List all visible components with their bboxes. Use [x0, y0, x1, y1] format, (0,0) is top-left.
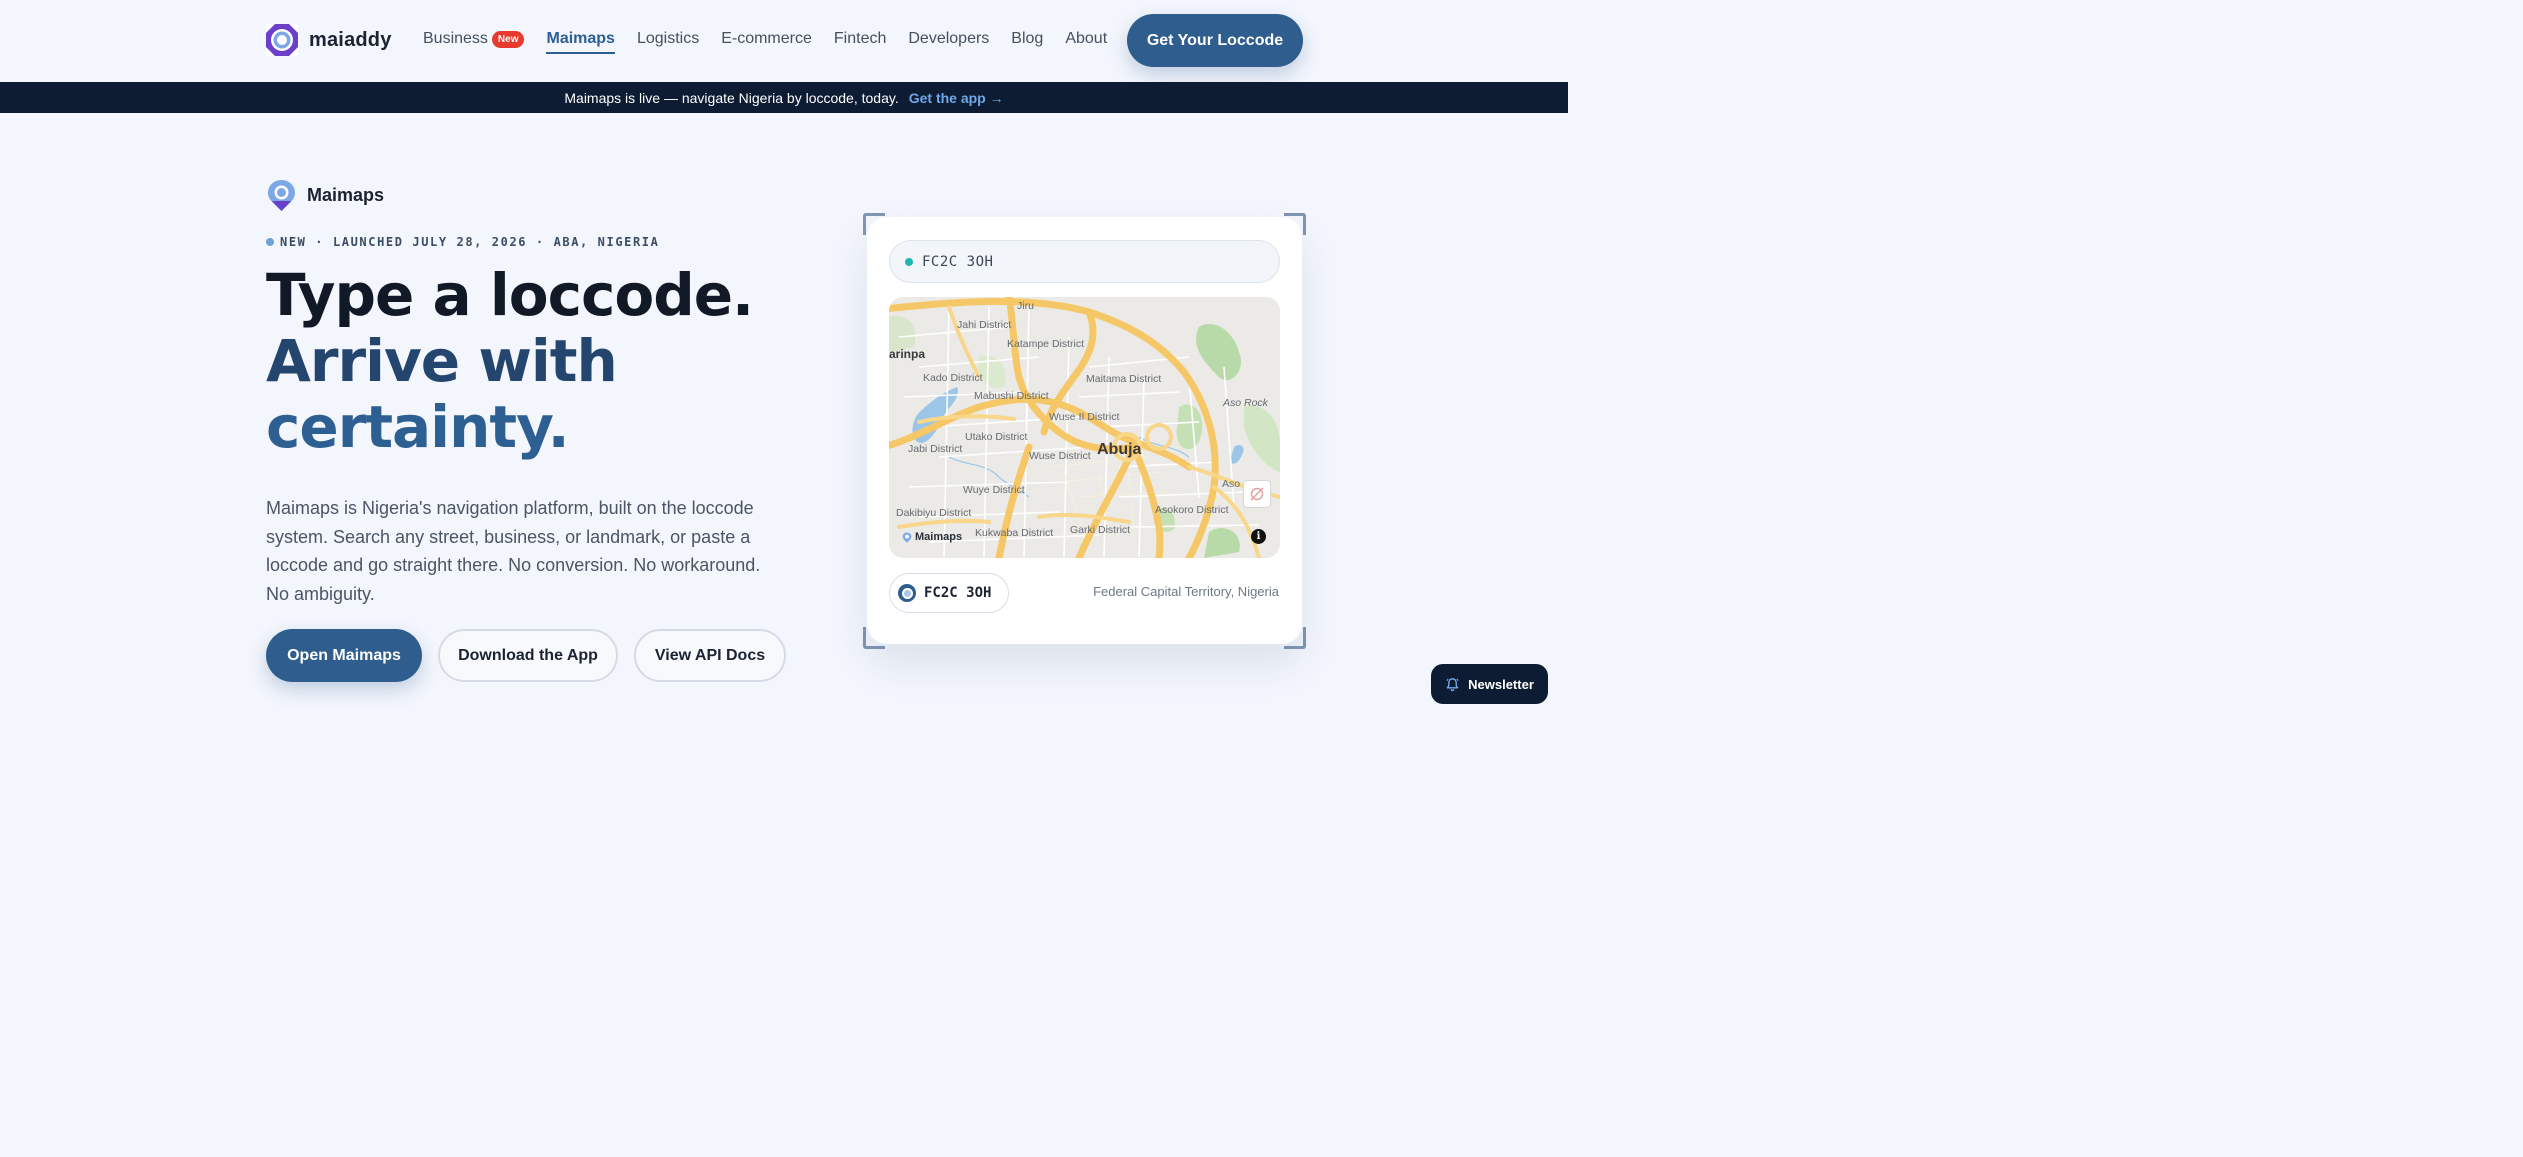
product-tag: Maimaps: [266, 179, 384, 212]
nav-item-logistics[interactable]: Logistics: [637, 30, 699, 48]
reset-bearing-button[interactable]: [1243, 480, 1271, 508]
hero-description: Maimaps is Nigeria's navigation platform…: [266, 498, 761, 604]
loccode-icon: [898, 584, 916, 602]
loccode-search-input[interactable]: FC2C 3OH: [889, 240, 1280, 283]
main-nav: Business New Maimaps Logistics E-commerc…: [423, 30, 1129, 54]
status-dot-icon: [266, 238, 274, 246]
top-nav: maiaddy Business New Maimaps Logistics E…: [0, 0, 1568, 82]
map-label-wuse: Wuse District: [1029, 450, 1091, 462]
download-app-button[interactable]: Download the App: [438, 629, 618, 682]
live-dot-icon: [905, 257, 913, 266]
headline-line-1: Type a loccode.: [266, 261, 754, 329]
get-loccode-button[interactable]: Get Your Loccode: [1127, 14, 1303, 67]
headline-line-2: Arrive with: [266, 327, 618, 395]
nav-item-ecommerce[interactable]: E-commerce: [721, 30, 812, 48]
nav-item-fintech[interactable]: Fintech: [834, 30, 886, 48]
brand-name: maiaddy: [309, 28, 392, 51]
nav-item-label: Business: [423, 30, 488, 47]
map-label-aso-rock: Aso Rock: [1223, 397, 1268, 409]
map-label-karinpa: arinpa: [889, 347, 926, 361]
map-label-wuye: Wuye District: [963, 484, 1025, 496]
compass-off-icon: [1250, 487, 1264, 501]
map-attribution: Maimaps: [902, 531, 962, 543]
product-name: Maimaps: [307, 185, 385, 205]
map-label-jiru: Jiru: [1017, 300, 1034, 312]
nav-item-developers[interactable]: Developers: [908, 30, 989, 48]
map-label-maitama: Maitama District: [1086, 373, 1162, 385]
headline-line-3: certainty.: [266, 393, 570, 461]
map-label-katampe: Katampe District: [1007, 338, 1085, 350]
map-view[interactable]: Jiru Jahi District Katampe District arin…: [889, 297, 1280, 558]
launch-text: NEW · LAUNCHED JULY 28, 2026 · ABA, NIGE…: [280, 235, 660, 249]
map-label-mabushi: Mabushi District: [974, 390, 1049, 402]
map-brand-label: Maimaps: [915, 531, 963, 543]
map-label-jabi: Jabi District: [908, 443, 963, 455]
region-text: Federal Capital Territory, Nigeria: [1093, 584, 1279, 599]
announcement-banner: Maimaps is live — navigate Nigeria by lo…: [0, 82, 1568, 113]
maiaddy-logo-icon: [266, 24, 298, 56]
map-label-wuse2: Wuse II District: [1049, 411, 1120, 423]
brand-logo[interactable]: maiaddy: [266, 24, 392, 56]
launch-eyebrow: NEW · LAUNCHED JULY 28, 2026 · ABA, NIGE…: [266, 235, 659, 249]
nav-item-about[interactable]: About: [1065, 30, 1107, 48]
map-preview-card: FC2C 3OH Jiru Jahi District Katampe Dist…: [867, 217, 1302, 644]
map-label-kukwaba: Kukwaba District: [975, 527, 1054, 539]
map-label-dakibiyu: Dakibiyu District: [896, 507, 972, 519]
map-label-jahi: Jahi District: [957, 319, 1012, 331]
loccode-value: FC2C 3OH: [924, 585, 992, 601]
new-badge: New: [491, 30, 525, 48]
map-label-garki: Garki District: [1070, 524, 1131, 536]
nav-item-blog[interactable]: Blog: [1011, 30, 1043, 48]
map-label-utako: Utako District: [965, 431, 1028, 443]
nav-item-business[interactable]: Business New: [423, 30, 525, 48]
newsletter-button[interactable]: Newsletter: [1431, 664, 1548, 704]
hero-headline: Type a loccode. Arrive with certainty.: [266, 261, 754, 461]
search-value: FC2C 3OH: [922, 253, 994, 270]
nav-item-maimaps[interactable]: Maimaps: [546, 30, 616, 54]
map-label-asokoro: Asokoro District: [1155, 504, 1229, 516]
hero-actions: Open Maimaps Download the App View API D…: [266, 629, 786, 682]
map-pin-icon: [268, 180, 295, 211]
map-pin-icon: [902, 532, 912, 542]
bell-icon: [1446, 677, 1459, 691]
banner-text: Maimaps is live — navigate Nigeria by lo…: [564, 89, 899, 106]
open-maimaps-button[interactable]: Open Maimaps: [266, 629, 422, 682]
view-api-docs-button[interactable]: View API Docs: [634, 629, 786, 682]
map-label-kado: Kado District: [923, 372, 983, 384]
map-label-aso: Aso: [1222, 478, 1241, 490]
loccode-chip[interactable]: FC2C 3OH: [889, 573, 1009, 613]
newsletter-label: Newsletter: [1468, 676, 1534, 692]
get-app-link[interactable]: Get the app →: [909, 90, 1004, 106]
info-icon[interactable]: i: [1251, 529, 1266, 544]
map-label-abuja: Abuja: [1097, 441, 1142, 458]
